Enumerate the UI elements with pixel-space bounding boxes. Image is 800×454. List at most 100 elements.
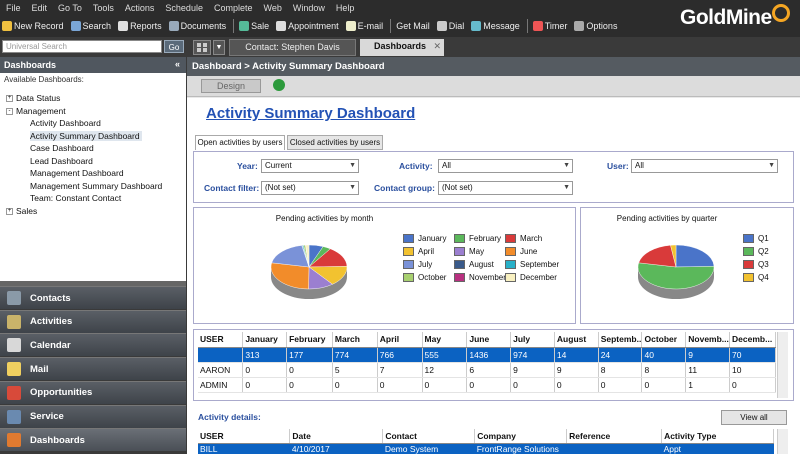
menu-item-window[interactable]: Window <box>293 3 325 13</box>
quarterly-chart-title: Pending activities by quarter <box>616 214 718 223</box>
nav-label: Service <box>30 411 64 422</box>
table-header-12[interactable]: Decemb... <box>729 332 776 348</box>
tree-item-data-status[interactable]: + Data Status <box>6 93 62 103</box>
toolbar-search-icon <box>70 21 81 31</box>
legend-label: April <box>418 247 435 256</box>
table-header-2[interactable]: February <box>286 332 333 348</box>
details-cell: BILL <box>198 443 290 454</box>
legend-label: Q3 <box>758 260 769 269</box>
year-select[interactable]: Current ▼ <box>261 159 359 173</box>
table-header-9[interactable]: Septemb... <box>598 332 643 348</box>
menu-item-schedule[interactable]: Schedule <box>165 3 203 13</box>
details-header-0[interactable]: USER <box>198 429 291 444</box>
universal-search-input[interactable]: Universal Search <box>2 40 162 53</box>
toolbar-new-record-button[interactable]: New Record <box>2 21 64 31</box>
menu-item-actions[interactable]: Actions <box>125 3 155 13</box>
activity-label: Activity: <box>399 161 433 171</box>
details-header-4[interactable]: Reference <box>566 429 663 444</box>
toolbar-appointment-button[interactable]: Appointment <box>276 21 339 31</box>
table-header-10[interactable]: October <box>641 332 687 348</box>
table-header-7[interactable]: July <box>510 332 555 348</box>
refresh-icon[interactable] <box>273 79 285 91</box>
details-row[interactable]: BILL 4/10/2017 Demo System FrontRange Solut… <box>198 443 774 454</box>
toolbar-dial-button[interactable]: Dial <box>436 21 464 31</box>
toolbar-e-mail-button[interactable]: E-mail <box>345 21 383 31</box>
toolbar-message-button[interactable]: Message <box>471 21 520 31</box>
menu-item-web[interactable]: Web <box>263 3 281 13</box>
table-cell: 10 <box>729 362 776 378</box>
tree-item-activity-summary-dashboard[interactable]: Activity Summary Dashboard <box>30 130 142 141</box>
menu-item-tools[interactable]: Tools <box>93 3 114 13</box>
table-header-4[interactable]: April <box>377 332 423 348</box>
nav-service-button[interactable]: Service <box>0 404 186 428</box>
tab-open-activities[interactable]: Open activities by users <box>195 135 285 150</box>
tab-contact[interactable]: Contact: Stephen Davis <box>229 39 356 56</box>
contact-filter-select[interactable]: (Not set) ▼ <box>261 181 359 195</box>
nav-calendar-button[interactable]: Calendar <box>0 333 186 357</box>
tab-closed-activities[interactable]: Closed activities by users <box>287 135 383 150</box>
table-row[interactable]: 313 177 774 766 555 1436 974 14 24 40 9 70 <box>198 347 776 363</box>
table-header-5[interactable]: May <box>422 332 468 348</box>
search-go-button[interactable]: Go <box>164 40 184 53</box>
tree-collapse-icon[interactable]: - <box>6 107 13 115</box>
table-row[interactable]: ADMIN 0 0 0 0 0 0 0 0 0 0 1 0 <box>198 377 776 393</box>
tree-item-management[interactable]: - Management <box>6 106 68 116</box>
tree-expand-icon[interactable]: + <box>6 95 13 103</box>
details-header-2[interactable]: Contact <box>382 429 476 444</box>
tab-dropdown-icon[interactable]: ▼ <box>213 40 225 55</box>
monthly-chart-panel: Pending activities by month January Febru… <box>193 207 576 324</box>
table-header-0[interactable]: USER <box>198 332 244 348</box>
pie-slice-q1[interactable] <box>675 244 715 268</box>
toolbar-timer-button[interactable]: Timer <box>532 21 568 31</box>
tree-item-lead-dashboard[interactable]: Lead Dashboard <box>30 156 95 166</box>
user-select[interactable]: All ▼ <box>631 159 778 173</box>
toolbar-label: Timer <box>544 21 568 31</box>
table-row[interactable]: AARON 0 0 5 7 12 6 9 9 8 8 11 10 <box>198 362 776 378</box>
table-scrollbar[interactable] <box>777 332 788 398</box>
tab-dashboards[interactable]: Dashboards ✕ <box>360 39 444 56</box>
tree-item-management-summary-dashboard[interactable]: Management Summary Dashboard <box>30 181 164 191</box>
toolbar-search-button[interactable]: Search <box>70 21 111 31</box>
menu-item-go-to[interactable]: Go To <box>58 3 82 13</box>
nav-activities-button[interactable]: Activities <box>0 309 186 333</box>
filter-panel: Year: Current ▼ Activity: All ▼ User: All ▼… <box>193 151 794 203</box>
design-button[interactable]: Design <box>201 79 261 93</box>
tree-item-sales[interactable]: + Sales <box>6 206 39 216</box>
nav-mail-button[interactable]: Mail <box>0 357 186 381</box>
nav-dashboards-button[interactable]: Dashboards <box>0 428 186 452</box>
details-header-3[interactable]: Company <box>474 429 568 444</box>
contact-group-select[interactable]: (Not set) ▼ <box>438 181 573 195</box>
toolbar-get-mail-button[interactable]: Get Mail <box>396 21 430 31</box>
tree-item-label: Case Dashboard <box>30 143 94 153</box>
close-tab-icon[interactable]: ✕ <box>433 39 441 54</box>
details-header-1[interactable]: Date <box>289 429 384 444</box>
menu-item-complete[interactable]: Complete <box>214 3 253 13</box>
activity-select[interactable]: All ▼ <box>438 159 573 173</box>
table-header-1[interactable]: January <box>242 332 288 348</box>
table-header-6[interactable]: June <box>466 332 512 348</box>
table-header-8[interactable]: August <box>554 332 599 348</box>
tree-item-team-constant-contact[interactable]: Team: Constant Contact <box>30 193 123 203</box>
table-header-11[interactable]: Novemb... <box>685 332 731 348</box>
toolbar-documents-button[interactable]: Documents <box>168 21 226 31</box>
toolbar-options-button[interactable]: Options <box>574 21 617 31</box>
tree-item-activity-dashboard[interactable]: Activity Dashboard <box>30 118 103 128</box>
view-all-button[interactable]: View all <box>721 410 787 425</box>
table-header-3[interactable]: March <box>332 332 378 348</box>
toolbar-reports-button[interactable]: Reports <box>118 21 162 31</box>
page-title[interactable]: Activity Summary Dashboard <box>206 105 415 122</box>
nav-opportunities-button[interactable]: Opportunities <box>0 380 186 404</box>
menu-item-help[interactable]: Help <box>336 3 355 13</box>
menu-item-edit[interactable]: Edit <box>32 3 48 13</box>
tree-item-management-dashboard[interactable]: Management Dashboard <box>30 168 126 178</box>
legend-label: February <box>469 234 502 243</box>
collapse-icon[interactable]: « <box>175 59 180 69</box>
details-header-5[interactable]: Activity Type <box>661 429 774 444</box>
toolbar-sale-button[interactable]: Sale <box>239 21 269 31</box>
tab-grid-icon[interactable] <box>193 40 211 55</box>
tree-expand-icon[interactable]: + <box>6 207 13 215</box>
menu-item-file[interactable]: File <box>6 3 21 13</box>
tree-item-case-dashboard[interactable]: Case Dashboard <box>30 143 96 153</box>
details-scrollbar[interactable] <box>777 429 788 454</box>
nav-contacts-button[interactable]: Contacts <box>0 286 186 309</box>
